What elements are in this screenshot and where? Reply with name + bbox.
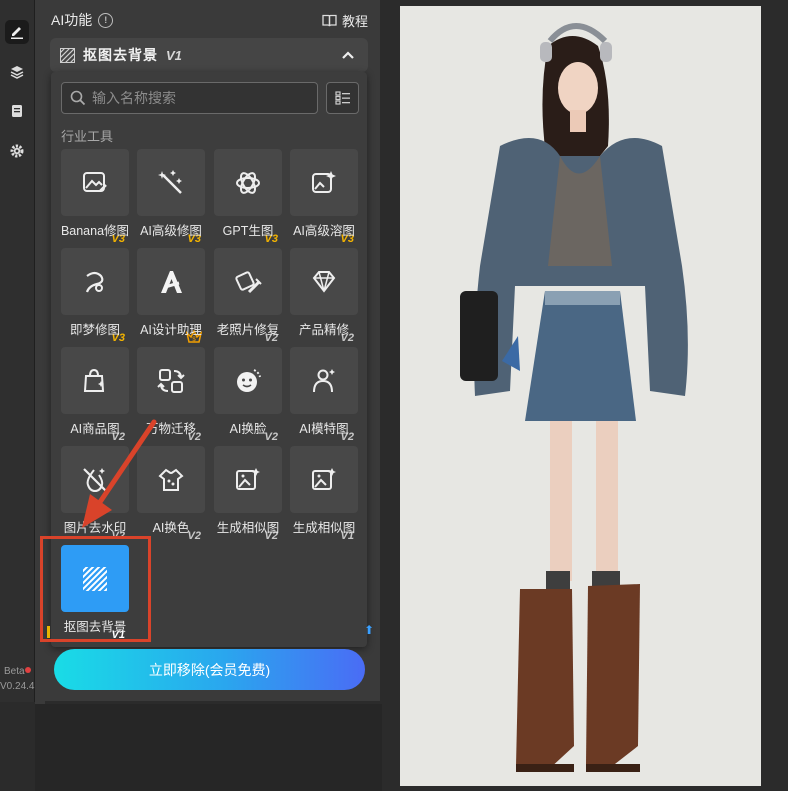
transfer-icon <box>157 368 185 393</box>
panel-title: AI功能 <box>51 12 93 28</box>
category-label: 行业工具 <box>61 129 114 144</box>
tool-label: AI换脸 <box>229 422 267 436</box>
section-header-cutout[interactable]: 抠图去背景 V1 <box>50 38 368 72</box>
similar-image-icon <box>312 467 336 490</box>
diamond-icon <box>312 270 336 293</box>
canvas-image <box>400 6 761 786</box>
tool-label: AI高级修图 <box>140 224 202 238</box>
design-assistant-icon <box>161 270 182 293</box>
annotation-highlight-box <box>40 536 151 642</box>
tool-label: Banana修图 <box>60 224 130 238</box>
openai-icon <box>236 171 260 194</box>
tool-tile <box>214 347 282 414</box>
tool-gpt-image[interactable]: V3 GPT生图 <box>214 149 282 247</box>
face-swap-icon <box>237 368 261 392</box>
tool-label: 生成相似图 <box>292 521 356 535</box>
color-palette-icon <box>158 468 184 491</box>
tool-tile <box>214 446 282 513</box>
tool-label: 图片去水印 <box>63 521 127 535</box>
chevron-up-icon[interactable] <box>342 51 354 59</box>
tool-tile <box>214 248 282 315</box>
tool-ai-product-image[interactable]: V2 AI商品图 <box>61 347 129 445</box>
tool-tile <box>61 248 129 315</box>
left-toolbar: Beta V0.24.4 <box>0 0 35 702</box>
image-edit-icon <box>83 171 107 192</box>
tool-tile <box>290 347 358 414</box>
tool-tile <box>290 446 358 513</box>
tool-tile <box>137 149 205 216</box>
shopping-bag-icon <box>83 368 105 392</box>
workspace-background <box>35 704 382 791</box>
document-icon[interactable] <box>5 99 29 123</box>
tool-tile <box>137 248 205 315</box>
tool-old-photo-repair[interactable]: V2 老照片修复 <box>214 248 282 346</box>
list-view-toggle[interactable] <box>326 82 359 114</box>
panel-gutter <box>35 0 45 791</box>
tool-label: 产品精修 <box>298 323 349 337</box>
search-input[interactable] <box>90 89 314 107</box>
tool-remove-watermark[interactable]: V2 图片去水印 <box>61 446 129 544</box>
tool-tile <box>61 149 129 216</box>
tool-banana-edit[interactable]: V3 Banana修图 <box>61 149 129 247</box>
tutorial-button[interactable]: 教程 <box>322 11 368 30</box>
tool-tile <box>137 347 205 414</box>
layers-icon[interactable] <box>5 60 29 84</box>
image-sparkle-icon <box>312 170 336 193</box>
info-icon[interactable]: ! <box>98 12 114 28</box>
pin-icon: ⬆ <box>364 623 375 637</box>
similar-image-icon <box>236 467 260 490</box>
magic-wand-icon <box>158 169 182 194</box>
tool-product-retouch[interactable]: V2 产品精修 <box>290 248 358 346</box>
remove-now-button[interactable]: 立即移除(会员免费) <box>54 649 365 690</box>
model-photo-illustration <box>400 6 761 786</box>
tutorial-label: 教程 <box>341 13 368 29</box>
photo-repair-icon <box>235 270 262 293</box>
tool-object-transfer[interactable]: V2 万物迁移 <box>137 347 205 445</box>
tool-ai-recolor[interactable]: V2 AI换色 <box>137 446 205 544</box>
gear-icon[interactable] <box>5 139 29 163</box>
tool-label: AI设计助理 <box>140 323 202 337</box>
book-icon <box>322 14 337 26</box>
panel-header: AI功能 ! 教程 <box>51 10 368 30</box>
search-field[interactable] <box>61 82 318 114</box>
tool-generate-similar-v2[interactable]: V2 生成相似图 <box>214 446 282 544</box>
section-version: V1 <box>166 47 182 63</box>
tool-tile <box>61 446 129 513</box>
tool-label: 即梦修图 <box>69 323 120 337</box>
tool-tile <box>290 149 358 216</box>
dream-icon <box>85 271 104 292</box>
tool-label: GPT生图 <box>222 224 274 238</box>
tool-label: AI模特图 <box>299 422 349 436</box>
list-view-icon <box>334 91 350 105</box>
tool-label: AI换色 <box>152 521 190 535</box>
tool-tile <box>214 149 282 216</box>
tool-ai-advanced-edit[interactable]: V3 AI高级修图 <box>137 149 205 247</box>
tool-dream-edit[interactable]: V3 即梦修图 <box>61 248 129 346</box>
stripes-icon <box>60 47 75 63</box>
edit-pen-icon[interactable] <box>5 20 29 44</box>
tool-label: 老照片修复 <box>216 323 280 337</box>
tool-tile <box>137 446 205 513</box>
tool-ai-design-assistant[interactable]: $ AI设计助理 <box>137 248 205 346</box>
tool-ai-advanced-blend[interactable]: V3 AI高级溶图 <box>290 149 358 247</box>
tool-tile <box>290 248 358 315</box>
tool-ai-face-swap[interactable]: V2 AI换脸 <box>214 347 282 445</box>
tool-tile <box>61 347 129 414</box>
beta-label: Beta <box>4 666 31 677</box>
tool-label: AI高级溶图 <box>293 224 355 238</box>
version-label: V0.24.4 <box>0 681 35 692</box>
tool-label: 生成相似图 <box>216 521 280 535</box>
search-icon <box>70 90 86 106</box>
notification-dot <box>24 667 31 673</box>
section-name: 抠图去背景 <box>83 47 158 63</box>
tool-generate-similar-v1[interactable]: V1 生成相似图 <box>290 446 358 544</box>
tool-label: 万物迁移 <box>145 422 196 436</box>
remove-watermark-icon <box>83 467 107 492</box>
tool-ai-model-image[interactable]: V2 AI模特图 <box>290 347 358 445</box>
model-icon <box>313 368 335 392</box>
tool-label: AI商品图 <box>70 422 120 436</box>
